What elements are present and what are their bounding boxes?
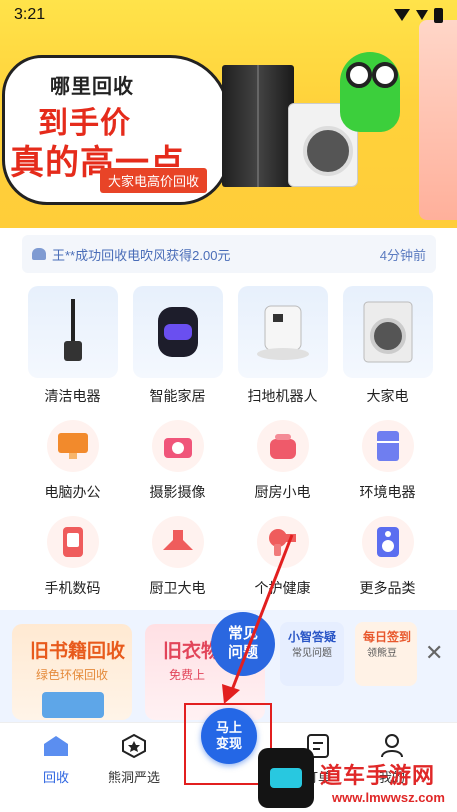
tab-recycle[interactable]: 回收: [16, 733, 96, 786]
tab-xiongdong-label: 熊洞严选: [107, 770, 160, 785]
banner-title: 哪里回收: [50, 76, 134, 98]
category-item[interactable]: 电脑办公: [20, 416, 125, 502]
watermark-title: 道车手游网: [320, 763, 436, 788]
category-grid: 清洁电器 智能家居 扫地机器人 大家电 电脑办公 摄影摄像 厨房小电 环境电器 …: [20, 286, 440, 598]
status-icons: [394, 7, 443, 23]
rice-cooker-icon: [256, 420, 309, 472]
category-label: 扫地机器人: [247, 388, 318, 404]
category-item[interactable]: 摄影摄像: [125, 416, 230, 502]
category-label: 厨房小电: [254, 484, 311, 500]
category-item[interactable]: 扫地机器人: [230, 286, 335, 406]
watermark-url: www.lmwwsz.com: [332, 790, 445, 805]
mascot-image: [340, 52, 400, 132]
notice-text: 王**成功回收电吹风获得2.00元: [52, 247, 231, 263]
category-label: 个护健康: [254, 580, 311, 596]
tab-xiongdong-select[interactable]: 熊洞严选: [94, 733, 174, 786]
category-item[interactable]: 清洁电器: [20, 286, 125, 406]
faq-line-2: 问题: [227, 644, 258, 661]
category-item[interactable]: 厨房小电: [230, 416, 335, 502]
monitor-icon: [46, 420, 99, 472]
fridge-icon: [361, 420, 414, 472]
book-card-subtitle: 绿色环保回收: [36, 668, 109, 682]
category-label: 电脑办公: [44, 484, 101, 500]
books-icon: [42, 692, 104, 718]
badge-star-icon: [120, 733, 148, 759]
clothes-card-subtitle: 免费上: [169, 668, 206, 682]
washing-machine-icon: [342, 286, 433, 378]
speaker-icon: [361, 516, 414, 568]
phone-icon: [46, 516, 99, 568]
book-recycle-card[interactable]: 旧书籍回收 绿色环保回收: [12, 624, 132, 720]
category-label: 大家电: [366, 388, 409, 404]
checkin-subtitle: 领熊豆: [367, 648, 397, 659]
faq-bubble-button[interactable]: 常见 问题: [211, 612, 275, 676]
battery-icon: [434, 7, 443, 23]
category-item[interactable]: 厨卫大电: [125, 512, 230, 598]
wifi-icon: [394, 9, 410, 21]
category-label: 手机数码: [44, 580, 101, 596]
assistant-card[interactable]: 小智答疑 常见问题: [280, 622, 344, 686]
vacuum-icon: [27, 286, 118, 378]
checkin-card[interactable]: 每日签到 领熊豆: [355, 622, 417, 686]
status-time: 3:21: [14, 6, 46, 23]
watermark-logo: [258, 748, 314, 808]
category-label: 摄影摄像: [149, 484, 206, 500]
robot-vacuum-icon: [237, 286, 328, 378]
banner-chip: 大家电高价回收: [100, 168, 208, 193]
assistant-subtitle: 常见问题: [292, 648, 332, 659]
category-label: 厨卫大电: [149, 580, 206, 596]
category-item[interactable]: 大家电: [335, 286, 440, 406]
camera-icon: [151, 420, 204, 472]
home-icon: [42, 733, 70, 759]
site-watermark: 道车手游网 www.lmwwsz.com: [256, 748, 456, 812]
category-label: 智能家居: [149, 388, 206, 404]
category-label: 更多品类: [359, 580, 416, 596]
range-hood-icon: [151, 516, 204, 568]
notice-icon: [32, 248, 46, 260]
category-item[interactable]: 更多品类: [335, 512, 440, 598]
fridge-image: [222, 65, 294, 187]
tab-recycle-label: 回收: [42, 770, 69, 785]
hair-dryer-icon: [256, 516, 309, 568]
next-banner-peek[interactable]: [419, 20, 457, 220]
category-item[interactable]: 智能家居: [125, 286, 230, 406]
smart-speaker-icon: [132, 286, 223, 378]
recycle-notice[interactable]: 王**成功回收电吹风获得2.00元 4分钟前: [22, 235, 436, 273]
status-bar: 3:21: [0, 0, 457, 30]
category-item[interactable]: 手机数码: [20, 512, 125, 598]
signal-icon: [416, 10, 428, 20]
category-label: 清洁电器: [44, 388, 101, 404]
book-card-title: 旧书籍回收: [30, 641, 126, 662]
assistant-title: 小智答疑: [288, 630, 337, 644]
promo-banner[interactable]: 哪里回收 到手价 真的高一点 大家电高价回收: [0, 0, 457, 228]
close-icon[interactable]: ✕: [425, 640, 443, 666]
notice-time: 4分钟前: [379, 247, 426, 263]
category-item[interactable]: 环境电器: [335, 416, 440, 502]
faq-line-1: 常见: [227, 625, 258, 642]
category-item[interactable]: 个护健康: [230, 512, 335, 598]
checkin-title: 每日签到: [363, 630, 412, 644]
category-label: 环境电器: [359, 484, 416, 500]
